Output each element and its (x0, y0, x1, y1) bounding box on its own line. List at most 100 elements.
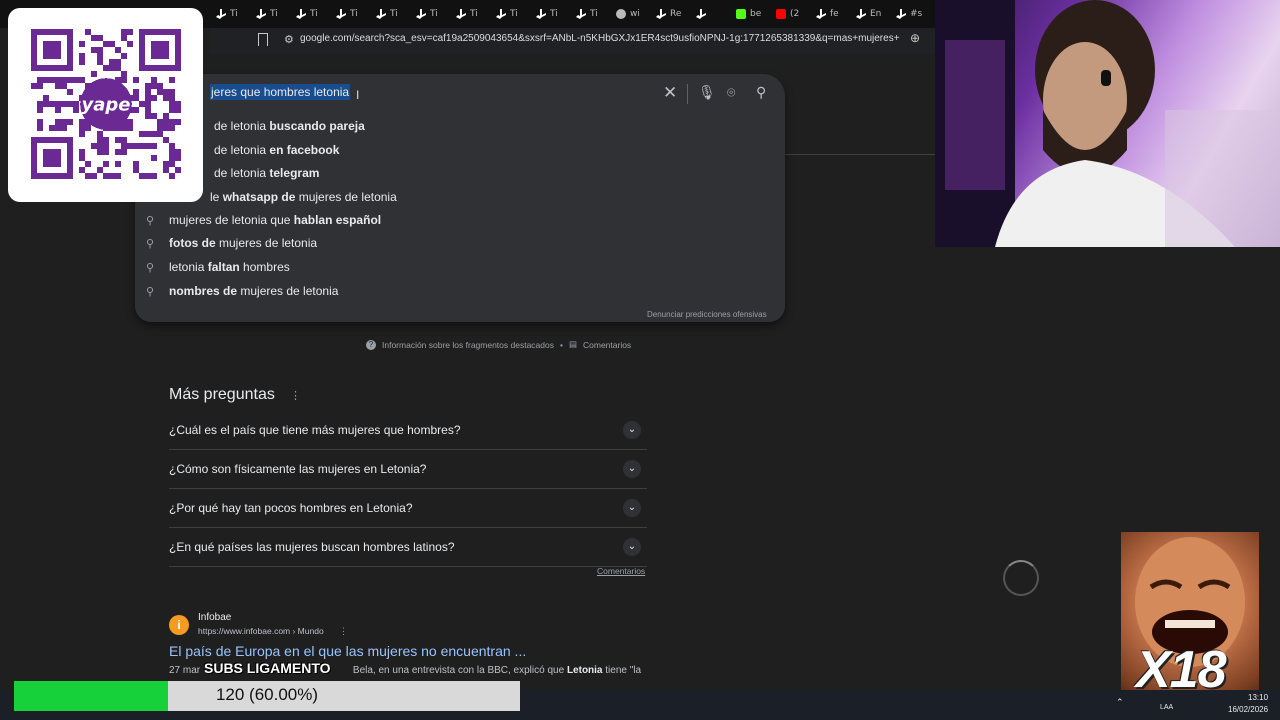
search-icon: ⚲ (146, 214, 155, 227)
feedback-link[interactable]: Comentarios (583, 340, 631, 350)
tab-label: Re (670, 9, 682, 19)
tab-label: Ti (430, 9, 438, 19)
bookmark-icon[interactable] (258, 33, 268, 46)
address-bar-url[interactable]: google.com/search?sca_esv=caf19a25090436… (300, 33, 900, 44)
snippet-info-link[interactable]: Información sobre los fragmentos destaca… (382, 340, 554, 350)
tab-label: Ti (310, 9, 318, 19)
zoom-icon[interactable]: ⊕ (910, 31, 920, 45)
result-site-name[interactable]: Infobae (198, 612, 231, 623)
paa-question-text: ¿Cuál es el país que tiene más mujeres q… (169, 423, 461, 437)
chevron-down-icon[interactable]: ⌄ (623, 538, 641, 556)
search-input[interactable]: jeres que hombres letonia (210, 84, 351, 100)
suggestion-text: le (210, 190, 223, 204)
search-suggestion[interactable]: de letonia telegram (214, 166, 319, 180)
browser-tab[interactable]: Ti (490, 4, 530, 24)
microphone-icon[interactable]: 🎙 (698, 84, 716, 101)
suggestion-text: nombres de (169, 284, 241, 298)
suggestion-text: letonia (169, 260, 208, 274)
browser-tab[interactable]: Ti (370, 4, 410, 24)
browser-tab[interactable]: wi (610, 4, 650, 24)
subs-progress-count: 120 (60.00%) (215, 685, 319, 704)
browser-tab[interactable]: be (730, 4, 770, 24)
lens-camera-icon[interactable]: ⌾ (727, 84, 735, 101)
paa-question-text: ¿Por qué hay tan pocos hombres en Letoni… (169, 501, 413, 515)
result-title-link[interactable]: El país de Europa en el que las mujeres … (169, 643, 526, 659)
browser-tab[interactable]: Ti (450, 4, 490, 24)
paa-feedback-link[interactable]: Comentarios (597, 566, 645, 576)
paa-question[interactable]: ¿Cómo son físicamente las mujeres en Let… (169, 450, 647, 489)
paa-question[interactable]: ¿Por qué hay tan pocos hombres en Letoni… (169, 489, 647, 528)
search-icon[interactable]: ⚲ (756, 84, 766, 101)
browser-tab[interactable]: Ti (290, 4, 330, 24)
browser-tab[interactable]: Ti (210, 4, 250, 24)
yape-logo-text: yape (82, 95, 131, 116)
browser-tab[interactable]: Ti (570, 4, 610, 24)
paa-question[interactable]: ¿Cuál es el país que tiene más mujeres q… (169, 411, 647, 450)
youtube-icon (776, 9, 786, 19)
snippet-bold: Letonia (566, 665, 603, 676)
tiktok-icon (256, 9, 266, 19)
browser-tab[interactable]: En (850, 4, 890, 24)
result-options-icon[interactable]: ⋮ (339, 626, 348, 637)
tab-label: En (870, 9, 882, 19)
tab-label: Ti (550, 9, 558, 19)
more-options-icon[interactable]: ⋮ (290, 389, 301, 402)
tiktok-icon (376, 9, 386, 19)
paa-question-text: ¿En qué países las mujeres buscan hombre… (169, 540, 455, 554)
webcam-image (935, 0, 1280, 247)
taskbar-clock[interactable]: 13:10 16/02/2026 (1228, 692, 1268, 716)
divider (785, 154, 935, 155)
suggestion-text: fotos de (169, 236, 219, 250)
tray-chevron-icon[interactable]: ⌃ (1116, 697, 1124, 708)
chevron-down-icon[interactable]: ⌄ (623, 460, 641, 478)
tiktok-icon (456, 9, 466, 19)
browser-tab[interactable]: #s (890, 4, 930, 24)
snippet-info-bar: ? Información sobre los fragmentos desta… (366, 339, 631, 350)
result-site-url[interactable]: https://www.infobae.com › Mundo (198, 626, 324, 636)
browser-tab[interactable]: Re (650, 4, 690, 24)
suggestion-text: de letonia (214, 143, 270, 157)
browser-tab[interactable]: Ti (250, 4, 290, 24)
language-indicator[interactable]: LAA (1160, 704, 1173, 711)
tiktok-icon (696, 9, 706, 19)
browser-tab[interactable]: (2 (770, 4, 810, 24)
tiktok-icon (216, 9, 226, 19)
tab-label: fe (830, 9, 839, 19)
tiktok-icon (496, 9, 506, 19)
tiktok-icon (856, 9, 866, 19)
dot-separator: • (559, 339, 563, 350)
search-suggestion[interactable]: ⚲ mujeres de letonia que hablan español (146, 213, 381, 227)
tab-label: Ti (390, 9, 398, 19)
tab-label: Ti (270, 9, 278, 19)
search-suggestion[interactable]: le whatsapp de mujeres de letonia (210, 190, 397, 204)
report-predictions-link[interactable]: Denunciar predicciones ofensivas (647, 310, 767, 319)
suggestion-text: faltan (207, 260, 240, 274)
browser-tab[interactable] (690, 4, 730, 24)
suggestion-text: de letonia (214, 119, 270, 133)
browser-tab[interactable]: Ti (530, 4, 570, 24)
search-suggestion[interactable]: ⚲ letonia faltan hombres (146, 260, 290, 274)
tiktok-icon (296, 9, 306, 19)
search-suggestion[interactable]: ⚲ fotos de mujeres de letonia (146, 236, 317, 250)
clear-icon[interactable]: ✕ (663, 83, 677, 103)
site-info-icon[interactable]: ⚙ (284, 33, 294, 46)
chevron-down-icon[interactable]: ⌄ (623, 499, 641, 517)
search-suggestion[interactable]: ⚲ nombres de mujeres de letonia (146, 284, 338, 298)
suggestion-text: en facebook (269, 143, 340, 157)
suggestion-text: mujeres de letonia que (169, 213, 294, 227)
browser-tab[interactable]: Ti (330, 4, 370, 24)
result-date: 27 mar (169, 665, 201, 676)
divider (687, 84, 688, 104)
search-suggestion[interactable]: de letonia en facebook (214, 143, 339, 157)
streamer-webcam (935, 0, 1280, 247)
suggestion-text: telegram (269, 166, 320, 180)
paa-question[interactable]: ¿En qué países las mujeres buscan hombre… (169, 528, 647, 567)
globe-icon (616, 9, 626, 19)
browser-tab[interactable]: fe (810, 4, 850, 24)
search-suggestion[interactable]: de letonia buscando pareja (214, 119, 365, 133)
kick-icon (736, 9, 746, 19)
suggestion-text: mujeres de letonia (219, 236, 318, 250)
chevron-down-icon[interactable]: ⌄ (623, 421, 641, 439)
browser-tab[interactable]: Ti (410, 4, 450, 24)
tab-label: Ti (350, 9, 358, 19)
